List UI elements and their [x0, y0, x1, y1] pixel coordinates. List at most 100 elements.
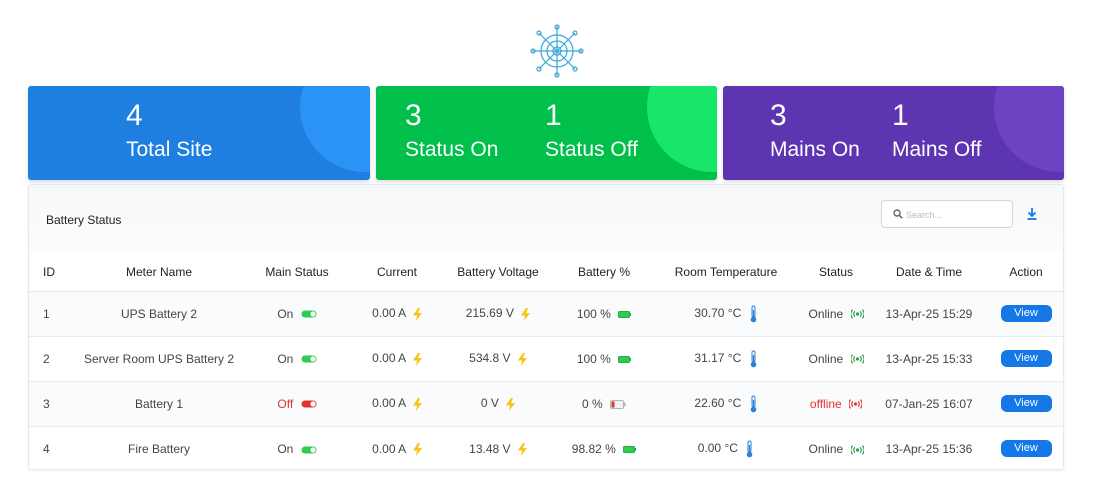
row-meter-name: UPS Battery 2 [81, 291, 237, 337]
voltage-value: 534.8 V [469, 351, 511, 366]
mains-off-stat: 1 Mains Off [892, 98, 981, 164]
battery-table: ID Meter Name Main Status Current Batter… [29, 253, 1063, 471]
current-value: 0.00 A [372, 396, 406, 411]
status-text: Online [808, 351, 844, 366]
voltage-value: 215.69 V [465, 306, 514, 321]
row-voltage: 0 V [437, 381, 559, 427]
row-main-status: On [237, 426, 357, 471]
row-temperature: 22.60 °C [649, 381, 803, 427]
lightning-icon [517, 352, 527, 366]
toggle-on-icon [301, 310, 317, 318]
table-row: 3 Battery 1 Off 0.00 A 0 V 0 % 22.60 °C … [29, 381, 1063, 427]
col-header-room-temperature: Room Temperature [649, 253, 803, 292]
search-input[interactable] [906, 206, 1006, 224]
lightning-icon [412, 397, 422, 411]
toggle-on-icon [301, 355, 317, 363]
status-card[interactable]: 3 Status On 1 Status Off [376, 86, 717, 180]
thermometer-icon [746, 440, 753, 458]
panel-title: Battery Status [46, 213, 122, 227]
col-header-id: ID [29, 253, 81, 292]
row-action: View [989, 426, 1063, 471]
temperature-value: 30.70 °C [694, 305, 742, 320]
row-temperature: 30.70 °C [649, 291, 803, 337]
row-battery-percent: 100 % [559, 336, 649, 382]
status-off-stat: 1 Status Off [545, 98, 638, 164]
row-action: View [989, 336, 1063, 382]
battery-status-panel: Battery Status ID Meter Name Main Status [28, 184, 1064, 470]
thermometer-icon [750, 350, 756, 367]
row-id: 3 [29, 381, 81, 427]
panel-header: Battery Status [29, 185, 1063, 253]
view-button[interactable]: View [1000, 440, 1052, 458]
mains-off-label: Mains Off [892, 138, 982, 161]
row-status: Online [803, 336, 869, 382]
col-header-meter-name: Meter Name [81, 253, 237, 292]
view-button[interactable]: View [1000, 305, 1052, 322]
status-on-label: Status On [405, 138, 499, 161]
total-site-label: Total Site [126, 138, 213, 161]
current-value: 0.00 A [372, 351, 406, 366]
battery-percent-value: 100 % [576, 351, 611, 366]
battery-percent-value: 0 % [581, 396, 603, 411]
row-temperature: 31.17 °C [649, 336, 803, 382]
thermometer-icon [750, 395, 756, 412]
status-text: offline [809, 396, 842, 411]
search-icon [893, 209, 903, 219]
lightning-icon [412, 352, 422, 366]
voltage-value: 0 V [480, 396, 499, 411]
col-header-current: Current [357, 253, 437, 292]
signal-online-icon [850, 309, 864, 320]
search-box[interactable] [881, 200, 1013, 228]
temperature-value: 31.17 °C [694, 350, 742, 365]
mains-on-label: Mains On [770, 138, 860, 161]
current-value: 0.00 A [372, 306, 406, 321]
total-site-stat: 4 Total Site [126, 98, 212, 164]
view-button[interactable]: View [1000, 350, 1052, 367]
temperature-value: 22.60 °C [694, 395, 742, 410]
lightning-icon [412, 307, 422, 321]
battery-full-icon [618, 310, 632, 318]
total-site-value: 4 [126, 99, 143, 132]
signal-online-icon [850, 444, 864, 455]
battery-full-icon [623, 446, 637, 454]
row-current: 0.00 A [357, 426, 437, 471]
mains-card[interactable]: 3 Mains On 1 Mains Off [723, 86, 1064, 180]
lightning-icon [412, 442, 422, 456]
mains-off-value: 1 [892, 99, 909, 132]
total-site-card[interactable]: 4 Total Site [28, 86, 370, 180]
main-status-text: On [277, 306, 294, 321]
main-status-text: On [277, 441, 294, 456]
view-button[interactable]: View [1000, 395, 1052, 412]
row-battery-percent: 100 % [559, 291, 649, 337]
status-text: Online [808, 441, 844, 456]
col-header-battery-voltage: Battery Voltage [437, 253, 559, 292]
table-header-row: ID Meter Name Main Status Current Batter… [29, 253, 1063, 292]
row-date-time: 13-Apr-25 15:33 [869, 336, 989, 382]
col-header-date-time: Date & Time [869, 253, 989, 292]
status-off-label: Status Off [545, 138, 638, 161]
row-status: offline [803, 381, 869, 427]
row-date-time: 07-Jan-25 16:07 [869, 381, 989, 427]
status-off-value: 1 [545, 99, 562, 132]
main-status-text: Off [277, 396, 294, 411]
current-value: 0.00 A [372, 441, 406, 456]
row-battery-percent: 98.82 % [559, 426, 649, 471]
card-decoration [994, 86, 1064, 172]
row-current: 0.00 A [357, 291, 437, 337]
card-decoration [647, 86, 717, 172]
row-battery-percent: 0 % [559, 381, 649, 427]
summary-cards: 4 Total Site 3 Status On 1 Status Off 3 … [28, 86, 1064, 180]
table-row: 4 Fire Battery On 0.00 A 13.48 V 98.82 % [29, 426, 1063, 471]
row-current: 0.00 A [357, 336, 437, 382]
col-header-main-status: Main Status [237, 253, 357, 292]
row-status: Online [803, 426, 869, 471]
row-voltage: 215.69 V [437, 291, 559, 337]
logo-icon [530, 24, 584, 78]
row-current: 0.00 A [357, 381, 437, 427]
thermometer-icon [750, 305, 756, 322]
row-id: 2 [29, 336, 81, 382]
row-meter-name: Fire Battery [127, 441, 190, 456]
download-icon[interactable] [1025, 206, 1039, 222]
status-on-value: 3 [405, 99, 422, 132]
status-on-stat: 3 Status On [405, 98, 498, 164]
